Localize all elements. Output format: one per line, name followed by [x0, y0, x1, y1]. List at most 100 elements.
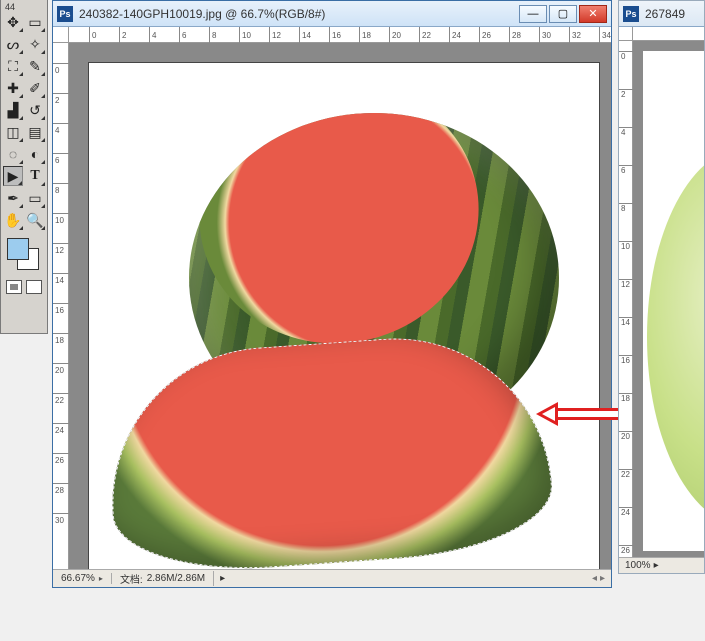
ruler-tick: 14	[53, 273, 69, 274]
ruler-tick: 24	[449, 27, 450, 43]
ruler-tick: 16	[619, 355, 633, 365]
shape-tool[interactable]: ▭	[25, 188, 45, 208]
maximize-button[interactable]: ▢	[549, 5, 577, 23]
titlebar-secondary[interactable]: Ps 267849	[619, 1, 704, 27]
ruler-horizontal[interactable]	[633, 27, 704, 41]
history-brush-tool[interactable]: ↺	[25, 100, 45, 120]
ruler-tick: 8	[53, 183, 69, 184]
ruler-horizontal[interactable]: 0246810121416182022242628303234	[69, 27, 611, 43]
ruler-vertical[interactable]: 024681012141618202224262830	[53, 43, 69, 569]
scroll-left-icon[interactable]: ◂	[592, 573, 597, 584]
ruler-tick: 6	[619, 165, 633, 175]
ruler-tick: 20	[53, 363, 69, 364]
status-bar-secondary: 100% ▸	[619, 557, 704, 573]
image-watermelon-cut-face	[189, 113, 503, 369]
ruler-tick: 12	[619, 279, 633, 289]
scroll-right-icon[interactable]: ▸	[600, 573, 605, 584]
canvas[interactable]	[89, 63, 599, 569]
brush-tool[interactable]: ✐	[25, 78, 45, 98]
document-body: 0246810121416182022242628303234 02468101…	[53, 27, 611, 569]
crop-tool[interactable]: ⛶	[3, 56, 23, 76]
type-tool[interactable]: T	[25, 166, 45, 186]
ruler-tick: 20	[389, 27, 390, 43]
ruler-tick: 30	[539, 27, 540, 43]
hand-tool[interactable]: ✋	[3, 210, 23, 230]
move-tool[interactable]: ✥	[3, 12, 23, 32]
ruler-tick: 34	[599, 27, 600, 43]
zoom-dropdown-icon[interactable]: ▸	[99, 574, 103, 583]
ruler-tick: 28	[509, 27, 510, 43]
pen-tool[interactable]: ✒	[3, 188, 23, 208]
ruler-tick: 18	[359, 27, 360, 43]
ruler-tick: 24	[619, 507, 633, 517]
clone-stamp-tool[interactable]: ▟	[3, 100, 23, 120]
minimize-button[interactable]: ―	[519, 5, 547, 23]
ruler-tick: 12	[53, 243, 69, 244]
ruler-tick: 2	[619, 89, 633, 99]
eraser-tool[interactable]: ◫	[3, 122, 23, 142]
toolbox-panel: 44 ✥ ▭ ᔕ ✧ ⛶ ✎ ✚ ✐ ▟ ↺ ◫ ▤ ◌ ◐ ▶ T ✒ ▭ ✋…	[0, 0, 48, 334]
dodge-tool[interactable]: ◐	[25, 144, 45, 164]
ruler-tick: 18	[619, 393, 633, 403]
ruler-tick: 2	[53, 93, 69, 94]
ruler-tick: 30	[53, 513, 69, 514]
zoom-dropdown-icon[interactable]: ▸	[654, 560, 659, 571]
foreground-color-swatch[interactable]	[7, 238, 29, 260]
status-zoom-value: 100%	[625, 560, 651, 571]
close-button[interactable]: ✕	[579, 5, 607, 23]
color-swatches[interactable]	[3, 236, 45, 276]
ruler-tick: 18	[53, 333, 69, 334]
path-selection-tool[interactable]: ▶	[3, 166, 23, 186]
zoom-tool[interactable]: 🔍	[25, 210, 45, 230]
ruler-tick: 10	[619, 241, 633, 251]
status-zoom-value: 66.67%	[61, 573, 95, 584]
toolbox-header: 44	[3, 2, 45, 12]
ruler-tick: 32	[569, 27, 570, 43]
ruler-tick: 26	[479, 27, 480, 43]
ruler-vertical[interactable]: 02468101214161820222426	[619, 41, 633, 557]
status-doc-label: 文档:	[120, 571, 143, 586]
titlebar[interactable]: Ps 240382-140GPH10019.jpg @ 66.7%(RGB/8#…	[53, 1, 611, 27]
ruler-tick: 14	[299, 27, 300, 43]
gradient-tool[interactable]: ▤	[25, 122, 45, 142]
marquee-tool[interactable]: ▭	[25, 12, 45, 32]
status-doc-value: 2.86M/2.86M	[147, 573, 205, 584]
document-body-secondary: 02468101214161820222426	[619, 27, 704, 557]
lasso-tool[interactable]: ᔕ	[3, 34, 23, 54]
ruler-tick: 2	[119, 27, 120, 43]
ruler-tick: 14	[619, 317, 633, 327]
ruler-tick: 22	[419, 27, 420, 43]
eyedropper-tool[interactable]: ✎	[25, 56, 45, 76]
ruler-tick: 26	[619, 545, 633, 555]
document-window-secondary: Ps 267849 02468101214161820222426 100% ▸	[618, 0, 705, 574]
quickmask-mode-icon[interactable]	[26, 280, 42, 294]
status-docsize[interactable]: 文档: 2.86M/2.86M	[112, 571, 214, 586]
ruler-origin[interactable]	[53, 27, 69, 43]
title-zoom: 66.7%	[241, 7, 275, 21]
healing-brush-tool[interactable]: ✚	[3, 78, 23, 98]
window-controls: ― ▢ ✕	[519, 5, 607, 23]
status-menu-icon[interactable]: ▸	[214, 573, 231, 584]
ruler-origin[interactable]	[619, 27, 633, 41]
ruler-tick: 0	[89, 27, 90, 43]
ruler-tick: 0	[53, 63, 69, 64]
ruler-tick: 16	[329, 27, 330, 43]
ruler-tick: 10	[239, 27, 240, 43]
standard-mode-icon[interactable]	[6, 280, 22, 294]
status-bar: 66.67% ▸ 文档: 2.86M/2.86M ▸ ◂ ▸	[53, 569, 611, 587]
canvas-viewport[interactable]	[69, 43, 611, 569]
magic-wand-tool[interactable]: ✧	[25, 34, 45, 54]
status-zoom[interactable]: 66.67% ▸	[53, 573, 112, 584]
blur-tool[interactable]: ◌	[3, 144, 23, 164]
ruler-tick: 10	[53, 213, 69, 214]
ruler-tick: 6	[53, 153, 69, 154]
document-title: 240382-140GPH10019.jpg @ 66.7%(RGB/8#)	[79, 7, 519, 21]
ruler-tick: 24	[53, 423, 69, 424]
ruler-tick: 28	[53, 483, 69, 484]
title-filename: 240382-140GPH10019.jpg	[79, 7, 222, 21]
scroll-nav: ◂ ▸	[592, 573, 611, 584]
document-icon: Ps	[623, 6, 639, 22]
mask-mode-toggle[interactable]	[3, 280, 45, 294]
title-at: @	[225, 7, 237, 21]
ruler-tick: 8	[209, 27, 210, 43]
